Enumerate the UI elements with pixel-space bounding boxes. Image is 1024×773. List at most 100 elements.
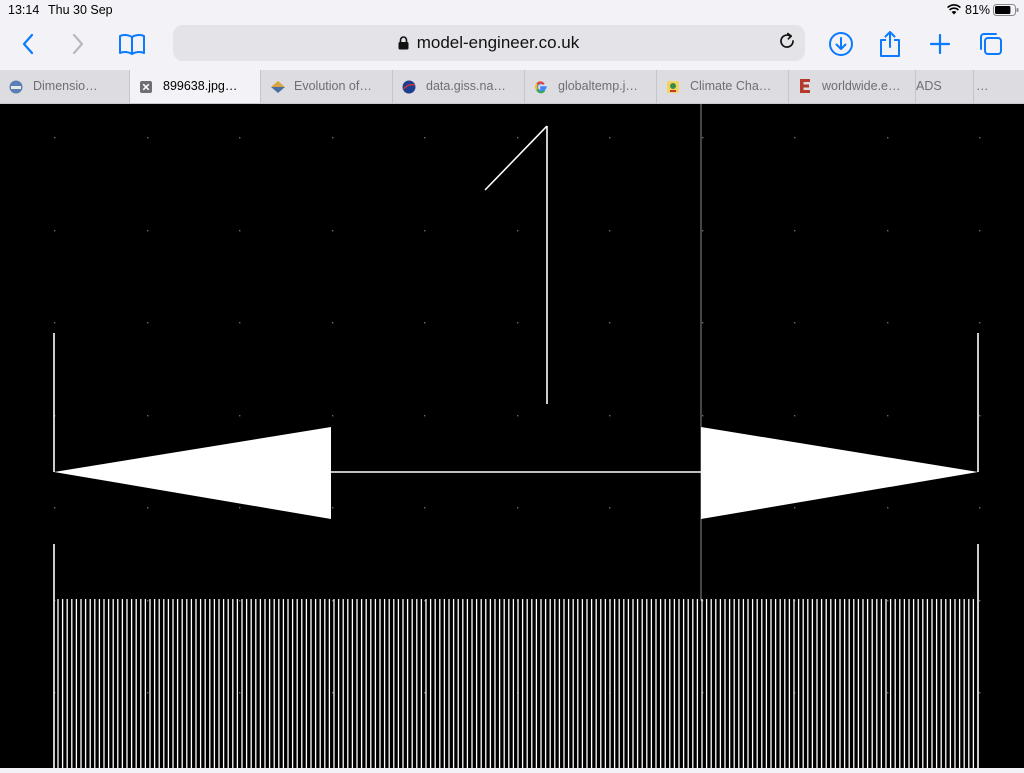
grid-dot [424,137,426,139]
grid-dot [702,415,704,417]
grid-dots [54,137,981,694]
grid-dot [794,415,796,417]
wifi-icon [947,4,961,18]
grid-dot [54,322,56,324]
grid-dot [424,322,426,324]
grid-dot [424,600,426,602]
grid-dot [979,507,981,509]
status-bar: 13:14 Thu 30 Sep 81% [0,0,1024,22]
tab-ads[interactable]: ADS [916,70,974,103]
tab-dimension[interactable]: Dimensio… [0,70,130,103]
tab-data-giss[interactable]: data.giss.na… [393,70,525,103]
grid-dot [979,230,981,232]
grid-dot [332,137,334,139]
tab-globaltemp[interactable]: globaltemp.j… [525,70,657,103]
status-date: Thu 30 Sep [48,3,113,17]
forward-button[interactable] [60,28,96,64]
grid-dot [54,230,56,232]
downloads-button[interactable] [823,28,859,64]
grid-dot [517,230,519,232]
left-arrowhead [54,427,331,519]
grid-dot [239,137,241,139]
tab-title: 899638.jpg… [163,79,238,93]
address-bar[interactable]: model-engineer.co.uk [173,25,805,61]
grid-dot [239,415,241,417]
grid-dot [794,230,796,232]
grid-dot [424,507,426,509]
grid-dot [794,507,796,509]
right-arrowhead [701,427,978,519]
grid-dot [239,507,241,509]
grid-dot [609,507,611,509]
grid-dot [54,507,56,509]
share-button[interactable] [872,28,908,64]
tab-climate-change[interactable]: Climate Cha… [657,70,789,103]
bookmarks-button[interactable] [114,28,150,64]
grid-dot [147,137,149,139]
grid-dot [887,415,889,417]
download-icon [828,31,854,62]
grid-dot [147,692,149,694]
new-tab-button[interactable] [922,28,958,64]
grid-dot [517,137,519,139]
grid-dot [332,322,334,324]
tab-title: Evolution of… [294,79,372,93]
grid-dot [887,230,889,232]
grid-dot [887,137,889,139]
grid-dot [332,507,334,509]
grid-dot [332,230,334,232]
grid-dot [702,230,704,232]
grid-dot [794,322,796,324]
grid-dot [332,692,334,694]
grid-dot [424,230,426,232]
tab-overview-button[interactable] [973,28,1009,64]
tab-899638-jpg[interactable]: 899638.jpg… [130,70,261,103]
battery-icon [993,4,1019,19]
grid-dot [887,507,889,509]
google-favicon-icon [534,80,548,94]
tab-title: globaltemp.j… [558,79,638,93]
share-icon [879,30,901,63]
reload-icon [778,32,796,55]
grid-dot [424,415,426,417]
grid-dot [239,230,241,232]
tab-overflow[interactable]: … [974,70,1024,103]
climate-favicon-icon [666,80,680,94]
chevron-left-icon [21,33,35,60]
letter-e-favicon-icon [798,78,812,93]
grid-dot [887,692,889,694]
tab-title: … [976,79,989,93]
back-button[interactable] [10,28,46,64]
grid-dot [979,692,981,694]
tabs-icon [978,31,1004,62]
grid-dot [979,322,981,324]
address-url: model-engineer.co.uk [416,33,580,52]
tab-title: Dimensio… [33,79,98,93]
close-x-icon[interactable] [139,80,153,94]
grid-dot [979,415,981,417]
grid-dot [147,600,149,602]
tab-evolution[interactable]: Evolution of… [261,70,393,103]
numeral-one-figure [484,125,548,404]
grid-dot [332,600,334,602]
plus-icon [929,33,951,60]
tab-title: ADS [916,79,942,93]
grid-dot [147,322,149,324]
tab-worldwide[interactable]: worldwide.e… [789,70,916,103]
grid-dot [609,415,611,417]
comb-lines [57,599,975,768]
grid-dot [609,322,611,324]
grid-dot [979,137,981,139]
grid-dot [979,600,981,602]
battery-percentage: 81% [965,3,991,17]
reload-button[interactable] [775,31,799,55]
grid-dot [609,230,611,232]
grid-dot [54,137,56,139]
grid-dot [702,322,704,324]
grid-dot [609,137,611,139]
image-viewport[interactable] [0,104,1024,768]
grid-dot [147,507,149,509]
grid-dot [887,322,889,324]
nasa-favicon-icon [402,80,416,94]
grid-dot [887,600,889,602]
